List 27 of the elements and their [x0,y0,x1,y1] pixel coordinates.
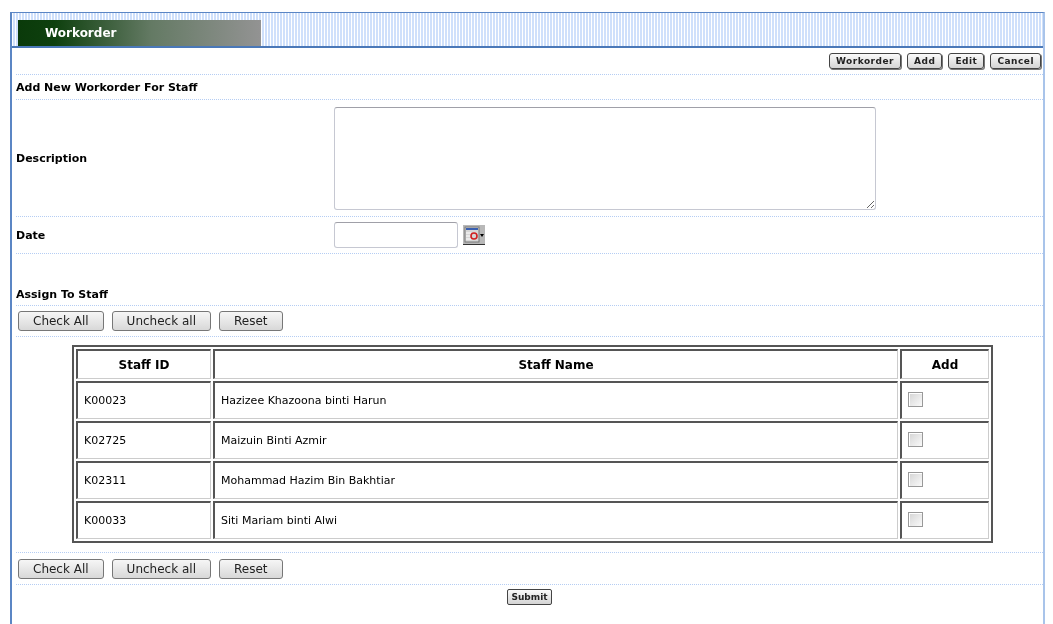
table-cell: K00033 [76,501,211,539]
column-header: Staff ID [76,349,211,379]
section-heading: Assign To Staff [16,254,1043,306]
toolbar-button[interactable]: Edit [948,53,985,69]
action-button[interactable]: Check All [18,311,104,331]
table-cell: K02725 [76,421,211,459]
toolbar-button[interactable]: Add [907,53,943,69]
column-header: Add [900,349,989,379]
table-cell: Hazizee Khazoona binti Harun [213,381,898,419]
action-button[interactable]: Uncheck all [111,559,211,579]
section-heading: Add New Workorder For Staff [16,75,1043,100]
submit-button[interactable]: Submit [507,589,552,605]
action-button[interactable]: Reset [218,559,283,579]
toolbar-button[interactable]: Cancel [990,53,1041,69]
table-cell: Mohammad Hazim Bin Bakhtiar [213,461,898,499]
toolbar-button[interactable]: Workorder [828,53,902,69]
table-cell: Siti Mariam binti Alwi [213,501,898,539]
action-button[interactable]: Reset [218,311,283,331]
table-cell: Maizuin Binti Azmir [213,421,898,459]
column-header: Staff Name [213,349,898,379]
field-label: Date [16,228,47,242]
header-title: Workorder [18,20,261,46]
table-cell: K00023 [76,381,211,419]
action-button[interactable]: Check All [18,559,104,579]
table-cell: K02311 [76,461,211,499]
field-label: Description [16,151,89,165]
action-button[interactable]: Uncheck all [111,311,211,331]
